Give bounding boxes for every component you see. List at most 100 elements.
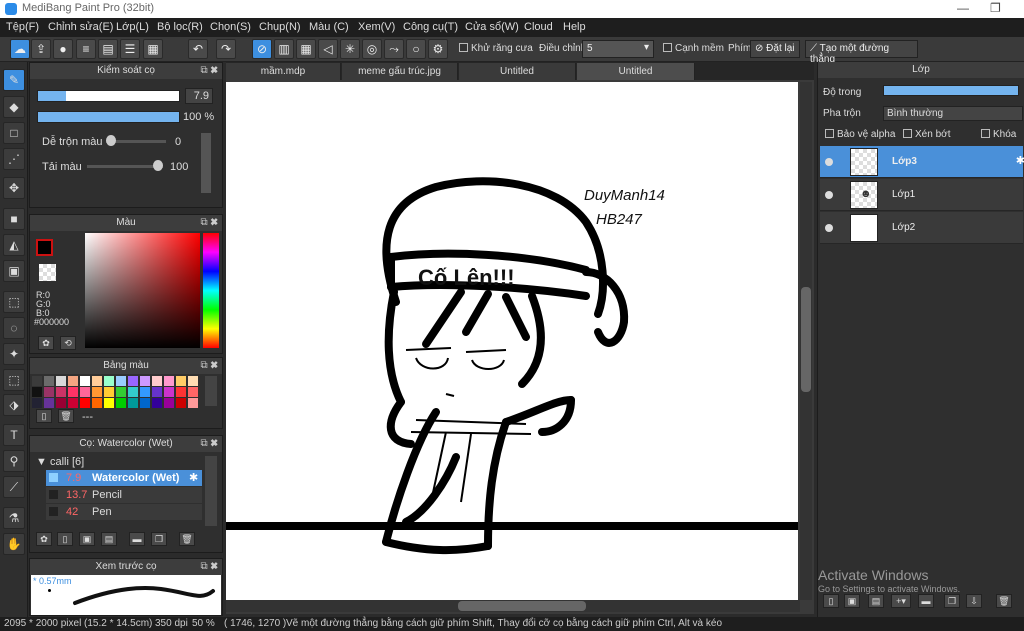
ellipse-snap-icon[interactable]: ○: [406, 39, 426, 59]
palette-swatch[interactable]: [56, 398, 66, 408]
palette-swatch[interactable]: [188, 398, 198, 408]
saturation-value-picker[interactable]: [85, 233, 200, 348]
new-8bit-layer-icon[interactable]: ▤: [868, 594, 884, 608]
new-page-icon[interactable]: ▯: [57, 532, 73, 546]
palette-swatch[interactable]: [140, 398, 150, 408]
eye-icon[interactable]: [825, 191, 833, 199]
antialias-checkbox[interactable]: Khử răng cưa: [459, 43, 533, 54]
document-icon[interactable]: ≡: [76, 39, 96, 59]
palette-swatch[interactable]: [176, 387, 186, 397]
reload-slider-handle[interactable]: [153, 160, 163, 171]
palette-swatch[interactable]: [68, 387, 78, 397]
brush-item-watercolor[interactable]: 7.9 Watercolor (Wet) ✱: [46, 470, 202, 486]
palette-swatch[interactable]: [164, 387, 174, 397]
add-layer-menu-icon[interactable]: +▾: [891, 594, 911, 608]
palette-swatch[interactable]: [116, 387, 126, 397]
palette-swatch[interactable]: [128, 376, 138, 386]
trash-icon[interactable]: 🗑: [179, 532, 195, 546]
clipping-check[interactable]: [903, 129, 912, 138]
close-icon[interactable]: ⧉ ✖: [200, 63, 218, 79]
divide-tool-icon[interactable]: ⚲: [3, 450, 25, 472]
menu-edit[interactable]: Chỉnh sửa(E): [48, 21, 113, 33]
size-slider[interactable]: [37, 90, 180, 102]
brush-list-scrollbar[interactable]: [205, 456, 217, 526]
menu-capture[interactable]: Chụp(N): [259, 21, 301, 33]
palette-swatch[interactable]: [92, 398, 102, 408]
soft-edge-check[interactable]: [663, 43, 672, 52]
soft-edge-checkbox[interactable]: Cạnh mềm: [663, 43, 724, 54]
cloud-icon[interactable]: ☁: [10, 39, 30, 59]
reset-button[interactable]: ⊘ Đặt lại: [750, 40, 800, 58]
operation-tool-icon[interactable]: ⟋: [3, 476, 25, 498]
move-tool-icon[interactable]: ✥: [3, 177, 25, 199]
reload-slider[interactable]: [87, 165, 163, 168]
brush-item-pencil[interactable]: 13.7 Pencil: [46, 487, 202, 503]
palette-swatch[interactable]: [92, 387, 102, 397]
size-value[interactable]: 7.9: [185, 88, 213, 104]
palette-swatch[interactable]: [104, 376, 114, 386]
vanishing-snap-icon[interactable]: ◁: [318, 39, 338, 59]
clipping-checkbox[interactable]: Xén bớt: [903, 129, 950, 140]
copy-icon[interactable]: ▤: [101, 532, 117, 546]
palette-swatch[interactable]: [152, 398, 162, 408]
circle-snap-icon[interactable]: ◎: [362, 39, 382, 59]
palette-swatch[interactable]: [80, 376, 90, 386]
horizontal-scrollbar[interactable]: [226, 600, 800, 612]
vertical-scroll-thumb[interactable]: [801, 287, 811, 392]
dot-tool-icon[interactable]: ⋰: [3, 148, 25, 170]
menu-help[interactable]: Help: [563, 21, 586, 33]
select-eraser-icon[interactable]: ⬗: [3, 394, 25, 416]
foreground-color[interactable]: [36, 239, 53, 256]
brush-tool-icon[interactable]: ✎: [3, 69, 25, 91]
minimize-button[interactable]: —: [957, 1, 969, 15]
menu-layer[interactable]: Lớp(L): [116, 21, 149, 33]
close-icon[interactable]: ⧉ ✖: [200, 215, 218, 231]
tab-meme[interactable]: meme gấu trúc.jpg: [342, 63, 458, 80]
palette-swatch[interactable]: [44, 387, 54, 397]
horizontal-scroll-thumb[interactable]: [458, 601, 586, 611]
palette-icon[interactable]: ✿: [38, 336, 54, 350]
restore-button[interactable]: ❐: [990, 1, 1001, 15]
drawing-canvas[interactable]: Cố Lên!!! DuyManh14 HB247: [222, 82, 802, 600]
curve-snap-icon[interactable]: ⤳: [384, 39, 404, 59]
tab-mam[interactable]: mầm.mdp: [226, 63, 341, 80]
eyedropper-icon[interactable]: ⚗: [3, 507, 25, 529]
palette-swatch[interactable]: [116, 376, 126, 386]
palette-swatch[interactable]: [116, 398, 126, 408]
palette-swatch[interactable]: [68, 376, 78, 386]
antialias-check[interactable]: [459, 43, 468, 52]
menu-select[interactable]: Chọn(S): [210, 21, 251, 33]
palette-swatch[interactable]: [188, 376, 198, 386]
hand-tool-icon[interactable]: ✋: [3, 533, 25, 555]
close-icon[interactable]: ⧉ ✖: [200, 436, 218, 452]
radial-snap-icon[interactable]: ✳: [340, 39, 360, 59]
menu-color[interactable]: Màu (C): [309, 21, 349, 33]
palette-scrollbar[interactable]: [205, 376, 217, 406]
brush-group[interactable]: ▼ calli [6]: [36, 456, 84, 468]
lock-check[interactable]: [981, 129, 990, 138]
menu-tools[interactable]: Công cụ(T): [403, 21, 458, 33]
fill-rect-tool-icon[interactable]: ■: [3, 208, 25, 230]
text-tool-icon[interactable]: T: [3, 424, 25, 446]
palette-swatch[interactable]: [128, 398, 138, 408]
palette-swatch[interactable]: [104, 398, 114, 408]
menu-view[interactable]: Xem(V): [358, 21, 395, 33]
magic-wand-icon[interactable]: ✦: [3, 343, 25, 365]
swap-icon[interactable]: ⟲: [60, 336, 76, 350]
palette-swatch[interactable]: [152, 376, 162, 386]
palette-swatch[interactable]: [56, 387, 66, 397]
brush-settings-icon[interactable]: ▣: [79, 532, 95, 546]
close-icon[interactable]: ⧉ ✖: [200, 358, 218, 374]
trash-icon[interactable]: 🗑: [58, 409, 74, 423]
new-layer-icon[interactable]: ▯: [823, 594, 839, 608]
menu-file[interactable]: Tệp(F): [6, 21, 39, 33]
trash-icon[interactable]: 🗑: [996, 594, 1012, 608]
scrollbar[interactable]: [201, 133, 211, 193]
palette-swatch[interactable]: [140, 376, 150, 386]
redo-icon[interactable]: ↷: [216, 39, 236, 59]
palette-swatch[interactable]: [176, 398, 186, 408]
duplicate-icon[interactable]: ❐: [944, 594, 960, 608]
palette-swatch[interactable]: [32, 387, 42, 397]
folder-icon[interactable]: ▬: [918, 594, 934, 608]
rectangle-tool-icon[interactable]: □: [3, 122, 25, 144]
